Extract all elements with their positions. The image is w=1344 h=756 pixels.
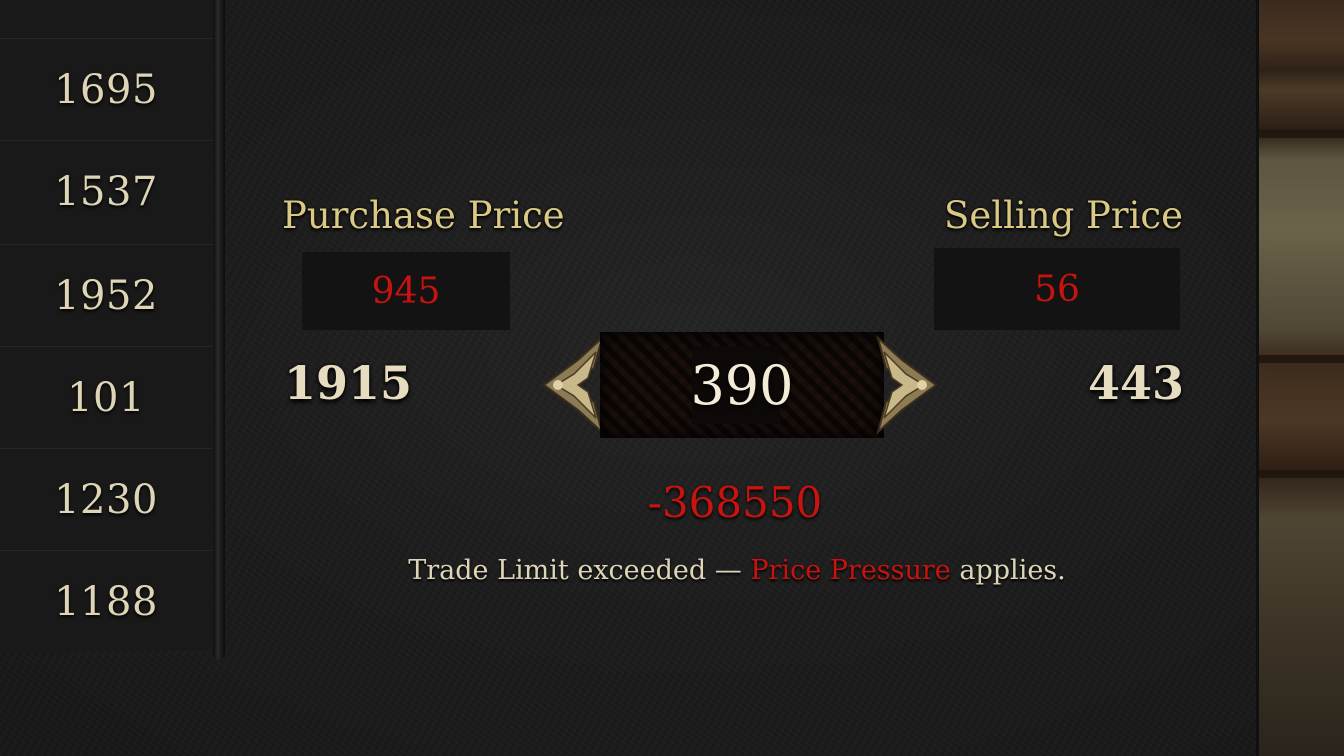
purchase-unit-price-value: 945 <box>371 270 441 312</box>
purchase-unit-price: 945 <box>302 252 510 330</box>
price-list-row-partial <box>0 0 212 38</box>
selling-unit-price: 56 <box>934 248 1180 330</box>
wood-beam <box>1259 355 1344 363</box>
price-list-row[interactable]: 101 <box>0 346 212 448</box>
price-list-row[interactable]: 1695 <box>0 38 212 140</box>
price-list-row[interactable]: 1952 <box>0 244 212 346</box>
trade-limit-notice: Trade Limit exceeded — Price Pressure ap… <box>300 555 1174 586</box>
purchase-price-label: Purchase Price <box>282 194 565 237</box>
price-list-row[interactable]: 1537 <box>0 140 212 242</box>
notice-text: Trade Limit exceeded — <box>408 555 742 586</box>
quantity-value: 390 <box>690 353 794 417</box>
selling-unit-price-value: 56 <box>1034 268 1080 310</box>
decrease-arrow-icon[interactable] <box>538 330 604 440</box>
price-list-value: 1537 <box>54 168 158 215</box>
price-list: 1695 1537 1952 101 1230 1188 <box>0 0 212 650</box>
price-list-value: 1695 <box>54 66 158 113</box>
column-divider <box>213 0 225 660</box>
selling-stock: 443 <box>1088 356 1185 410</box>
increase-arrow-icon[interactable] <box>876 330 942 440</box>
selling-price-label: Selling Price <box>944 194 1184 237</box>
price-list-value: 1230 <box>54 476 158 523</box>
transaction-total: -368550 <box>647 478 823 527</box>
background-scenery <box>1256 0 1344 756</box>
purchase-stock: 1915 <box>284 356 413 410</box>
price-list-value: 1952 <box>54 272 158 319</box>
price-list-row[interactable]: 1188 <box>0 550 212 652</box>
quantity-selector[interactable]: 390 <box>600 332 884 438</box>
price-pressure-highlight: Price Pressure <box>750 555 951 586</box>
price-list-value: 101 <box>67 374 145 421</box>
wood-beam <box>1259 130 1344 138</box>
price-list-row[interactable]: 1230 <box>0 448 212 550</box>
notice-text-end: applies. <box>959 555 1066 586</box>
price-list-value: 1188 <box>54 578 158 625</box>
wood-beam <box>1259 470 1344 478</box>
